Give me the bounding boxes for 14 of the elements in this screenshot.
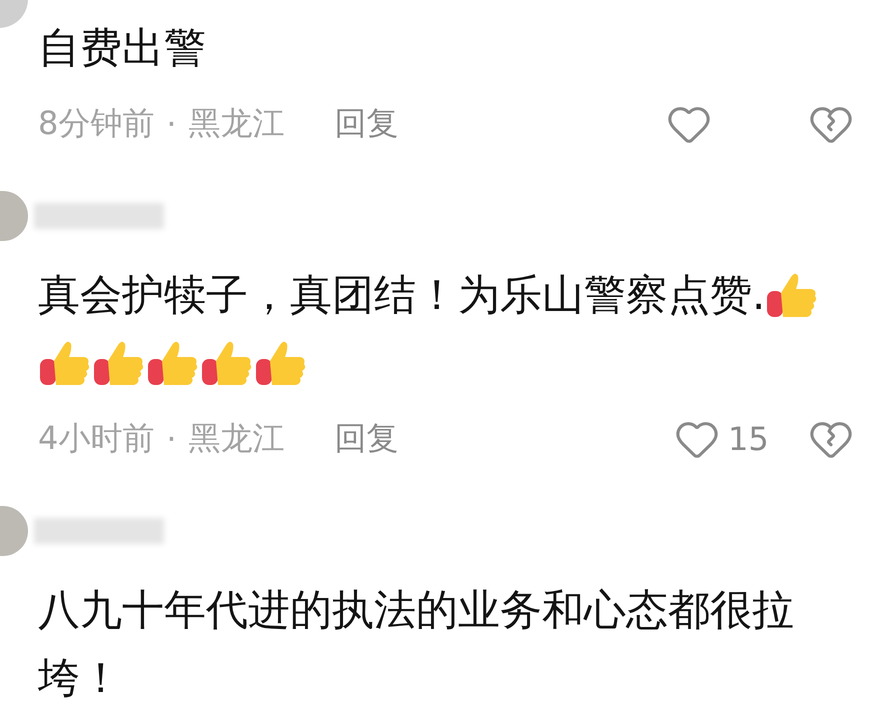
avatar bbox=[0, 191, 28, 241]
separator: · bbox=[166, 105, 177, 143]
reply-link[interactable]: 回复 bbox=[334, 417, 399, 461]
comment-text: 真会护犊子，真团结！为乐山警察点赞. bbox=[38, 270, 766, 319]
like-count: 15 bbox=[728, 420, 768, 458]
comment-text: 八九十年代进的执法的业务和心态都很拉垮！ bbox=[38, 585, 794, 702]
comment-location: 黑龙江 bbox=[188, 418, 285, 459]
comment-time: 4小时前 bbox=[38, 418, 154, 459]
avatar bbox=[0, 506, 28, 556]
comment-text: 自费出警 bbox=[38, 23, 206, 72]
reply-link[interactable]: 回复 bbox=[334, 102, 399, 146]
separator: · bbox=[166, 420, 177, 458]
comment-time: 8分钟前 bbox=[38, 103, 154, 144]
comment-location: 黑龙江 bbox=[188, 103, 285, 144]
